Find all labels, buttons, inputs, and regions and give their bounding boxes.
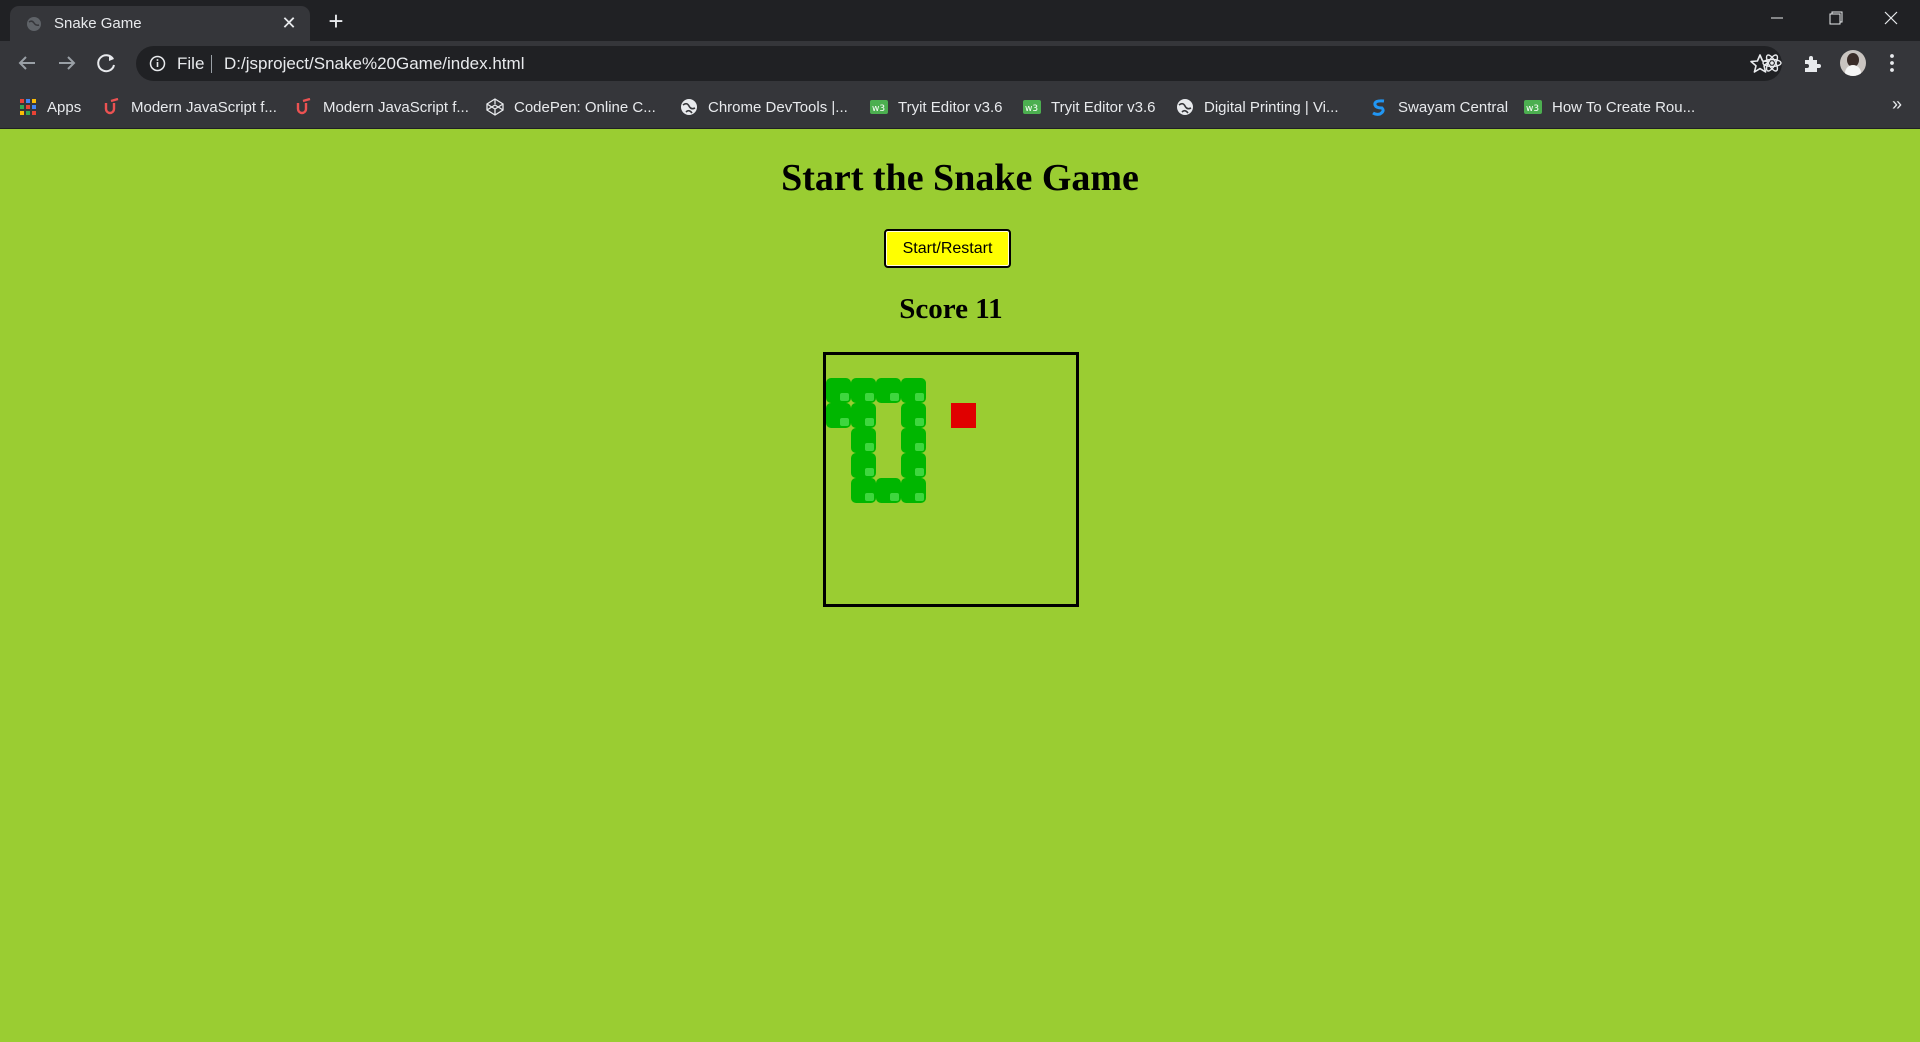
score-display: Score 11 bbox=[0, 293, 1902, 326]
back-icon[interactable] bbox=[11, 47, 43, 79]
new-tab-button[interactable]: + bbox=[322, 8, 350, 36]
tab-title: Snake Game bbox=[54, 15, 142, 32]
bookmark-item[interactable]: Swayam Central bbox=[1370, 95, 1508, 119]
bookmark-label: Tryit Editor v3.6 bbox=[898, 98, 1003, 116]
w3schools-icon: w3 bbox=[1524, 100, 1542, 114]
bookmark-label: Swayam Central bbox=[1398, 98, 1509, 116]
snake-segment bbox=[901, 378, 926, 403]
globe-icon bbox=[1177, 99, 1193, 115]
globe-icon bbox=[27, 17, 41, 31]
food-cell bbox=[951, 403, 976, 428]
address-divider bbox=[211, 55, 212, 73]
close-tab-icon[interactable]: ✕ bbox=[278, 12, 300, 34]
snake-segment bbox=[901, 453, 926, 478]
bookmark-item[interactable]: w3 How To Create Rou... bbox=[1524, 95, 1695, 119]
snake-segment bbox=[851, 453, 876, 478]
bookmark-label: Digital Printing | Vi... bbox=[1204, 98, 1339, 116]
bookmark-item[interactable]: Modern JavaScript f... bbox=[295, 95, 469, 119]
close-window-icon[interactable] bbox=[1862, 0, 1920, 38]
snake-segment bbox=[851, 378, 876, 403]
snake-segment bbox=[826, 378, 851, 403]
active-tab[interactable]: Snake Game ✕ bbox=[10, 6, 310, 41]
bookmark-label: How To Create Rou... bbox=[1552, 98, 1696, 116]
globe-icon bbox=[681, 99, 697, 115]
snake-segment bbox=[876, 378, 901, 403]
forward-icon[interactable] bbox=[51, 47, 83, 79]
snake-segment bbox=[901, 478, 926, 503]
bookmark-label: CodePen: Online C... bbox=[514, 98, 656, 116]
bookmark-label: Modern JavaScript f... bbox=[131, 98, 277, 116]
bookmark-label: Chrome DevTools |... bbox=[708, 98, 848, 116]
bookmark-item[interactable]: Modern JavaScript f... bbox=[103, 95, 277, 119]
svg-text:w3: w3 bbox=[1025, 104, 1038, 114]
url-text[interactable]: D:/jsproject/Snake%20Game/index.html bbox=[224, 54, 524, 74]
menu-dots-icon[interactable] bbox=[1880, 51, 1904, 75]
tab-strip: Snake Game ✕ + bbox=[0, 0, 1920, 41]
restore-window-icon[interactable] bbox=[1806, 0, 1864, 38]
info-icon[interactable] bbox=[149, 55, 166, 72]
snake-segment bbox=[851, 428, 876, 453]
reload-icon[interactable] bbox=[91, 47, 123, 79]
bookmark-item[interactable]: w3 Tryit Editor v3.6 bbox=[1023, 95, 1155, 119]
score-value: 11 bbox=[975, 293, 1003, 325]
bookmark-item[interactable]: Digital Printing | Vi... bbox=[1176, 95, 1339, 119]
minimize-window-icon[interactable] bbox=[1748, 0, 1806, 38]
snake-segment bbox=[826, 403, 851, 428]
snake-segment bbox=[851, 478, 876, 503]
start-restart-button[interactable]: Start/Restart bbox=[884, 229, 1011, 268]
snake-segment bbox=[851, 403, 876, 428]
udemy-icon bbox=[296, 98, 311, 115]
avatar-body bbox=[1845, 65, 1861, 76]
udemy-icon bbox=[104, 98, 119, 115]
address-scheme: File bbox=[177, 54, 205, 73]
svg-text:w3: w3 bbox=[872, 104, 885, 114]
snake-segment bbox=[901, 403, 926, 428]
bookmark-item[interactable]: Chrome DevTools |... bbox=[680, 95, 848, 119]
swayam-icon bbox=[1372, 99, 1385, 116]
svg-text:w3: w3 bbox=[1526, 104, 1539, 114]
w3schools-icon: w3 bbox=[870, 100, 888, 114]
bookmark-label: Tryit Editor v3.6 bbox=[1051, 98, 1156, 116]
score-label: Score bbox=[899, 293, 969, 325]
bookmark-item[interactable]: CodePen: Online C... bbox=[486, 95, 656, 119]
snake-segment bbox=[876, 478, 901, 503]
apps-grid-icon bbox=[20, 99, 36, 115]
react-devtools-icon[interactable] bbox=[1760, 51, 1784, 75]
page-body: Start the Snake Game Start/Restart Score… bbox=[0, 129, 1920, 1042]
more-bookmarks-icon[interactable]: » bbox=[1892, 94, 1902, 115]
snake-segment bbox=[901, 428, 926, 453]
game-board[interactable] bbox=[823, 352, 1079, 607]
codepen-icon bbox=[486, 98, 504, 116]
profile-avatar[interactable] bbox=[1840, 50, 1866, 76]
address-bar[interactable]: File D:/jsproject/Snake%20Game/index.htm… bbox=[136, 46, 1782, 81]
extensions-icon[interactable] bbox=[1800, 51, 1824, 75]
bookmark-label: Apps bbox=[47, 98, 82, 116]
browser-toolbar: File D:/jsproject/Snake%20Game/index.htm… bbox=[0, 41, 1920, 86]
w3schools-icon: w3 bbox=[1023, 100, 1041, 114]
bookmark-label: Modern JavaScript f... bbox=[323, 98, 469, 116]
bookmarks-bar: Apps Modern JavaScript f... Modern JavaS… bbox=[0, 86, 1920, 129]
bookmark-apps[interactable]: Apps bbox=[19, 95, 81, 119]
bookmark-item[interactable]: w3 Tryit Editor v3.6 bbox=[870, 95, 1002, 119]
page-title: Start the Snake Game bbox=[781, 157, 1139, 199]
